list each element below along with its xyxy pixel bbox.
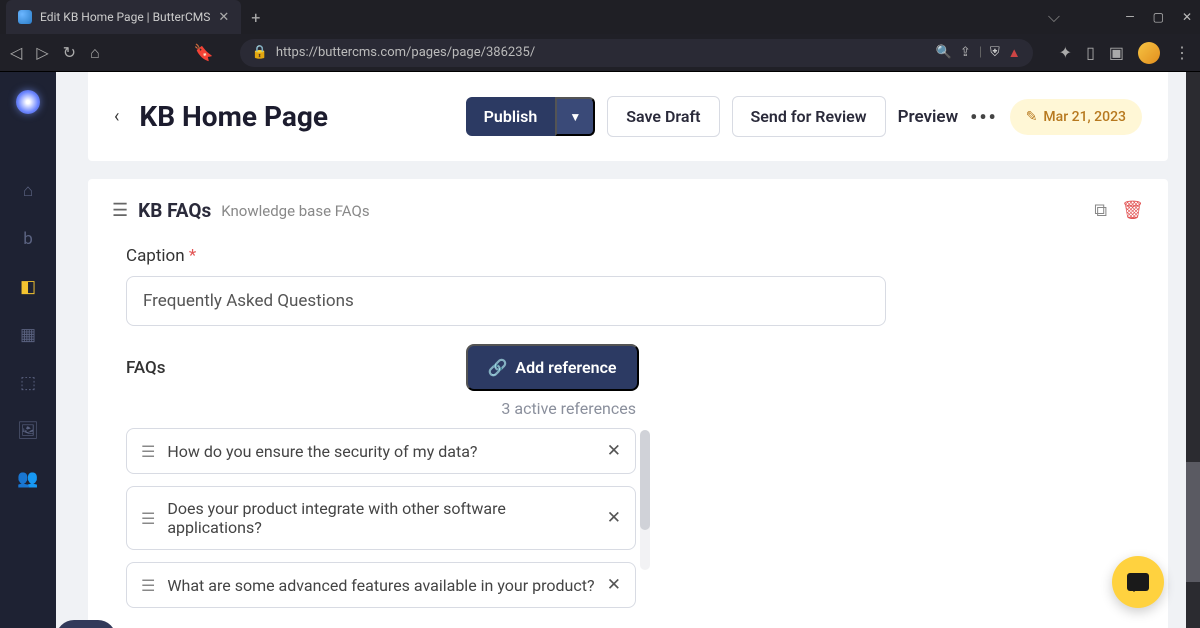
home-icon[interactable]: ⌂ <box>90 43 100 63</box>
save-draft-button[interactable]: Save Draft <box>607 96 719 137</box>
nav-back-icon[interactable]: ◁ <box>10 43 22 62</box>
caption-label: Caption * <box>126 246 1144 266</box>
page-title: KB Home Page <box>139 100 328 133</box>
send-review-button[interactable]: Send for Review <box>732 96 886 137</box>
list-item[interactable]: ☰ What are some advanced features availa… <box>126 562 636 608</box>
collections-icon[interactable]: ▦ <box>17 324 39 346</box>
publish-dropdown[interactable]: ▼ <box>555 97 595 136</box>
chat-bubble-button[interactable] <box>1112 556 1164 608</box>
share-icon[interactable]: ⇪ <box>960 45 971 60</box>
new-tab-button[interactable]: + <box>251 8 260 27</box>
add-reference-button[interactable]: 🔗 Add reference <box>466 344 639 391</box>
tab-overview-icon[interactable]: ▣ <box>1109 43 1124 62</box>
app-logo[interactable] <box>16 90 40 114</box>
pages-icon[interactable]: ◧ <box>17 276 39 298</box>
close-tab-icon[interactable]: ✕ <box>218 10 229 25</box>
reference-text: What are some advanced features availabl… <box>167 576 594 595</box>
panel-icon[interactable]: ▯ <box>1086 43 1095 62</box>
remove-icon[interactable]: ✕ <box>607 575 621 595</box>
faqs-label: FAQs <box>126 358 166 378</box>
extensions-icon[interactable]: ✦ <box>1059 43 1072 62</box>
bookmark-icon[interactable]: 🔖 <box>194 43 214 62</box>
reference-text: Does your product integrate with other s… <box>167 499 594 537</box>
drag-handle-icon[interactable]: ☰ <box>141 442 155 461</box>
browser-toolbar: ◁ ▷ ↻ ⌂ 🔖 🔒 https://buttercms.com/pages/… <box>0 34 1200 72</box>
reference-text: How do you ensure the security of my dat… <box>167 442 594 461</box>
publish-button[interactable]: Publish <box>466 97 556 136</box>
drag-handle-icon[interactable]: ☰ <box>141 576 155 595</box>
remove-icon[interactable]: ✕ <box>607 508 621 528</box>
close-window-icon[interactable]: ✕ <box>1182 10 1192 24</box>
drag-handle-icon[interactable]: ☰ <box>141 509 155 528</box>
blog-icon[interactable]: b <box>17 228 39 250</box>
section-card: ☰ KB FAQs Knowledge base FAQs ⧉ 🗑 Captio… <box>88 179 1168 628</box>
browser-titlebar: Edit KB Home Page | ButterCMS ✕ + ⌵ ― ▢ … <box>0 0 1200 34</box>
duplicate-icon[interactable]: ⧉ <box>1094 200 1107 221</box>
list-item[interactable]: ☰ Does your product integrate with other… <box>126 486 636 550</box>
remove-icon[interactable]: ✕ <box>607 441 621 461</box>
tab-title: Edit KB Home Page | ButterCMS <box>40 10 210 24</box>
dashboard-icon[interactable]: ⌂ <box>17 180 39 202</box>
maximize-icon[interactable]: ▢ <box>1153 10 1164 24</box>
link-icon: 🔗 <box>488 358 508 377</box>
minimize-icon[interactable]: ― <box>1125 10 1134 24</box>
users-icon[interactable]: 👥 <box>17 468 39 490</box>
page-header: ‹ KB Home Page Publish ▼ Save Draft Send… <box>88 72 1168 161</box>
back-button[interactable]: ‹ <box>114 106 119 127</box>
section-title: KB FAQs <box>138 199 211 222</box>
url-text: https://buttercms.com/pages/page/386235/ <box>276 45 535 60</box>
section-subtitle: Knowledge base FAQs <box>221 202 369 220</box>
reload-icon[interactable]: ↻ <box>63 43 76 62</box>
lock-icon: 🔒 <box>252 45 268 60</box>
reference-count: 3 active references <box>126 399 636 418</box>
preview-button[interactable]: Preview <box>898 107 959 127</box>
more-menu-icon[interactable]: ••• <box>970 105 998 129</box>
caption-input[interactable] <box>126 276 886 326</box>
profile-avatar[interactable] <box>1138 42 1160 64</box>
drag-handle-icon[interactable]: ☰ <box>112 200 128 221</box>
app-sidebar: ⌂ b ◧ ▦ ⬚ 🖼 👥 <box>0 72 56 628</box>
delete-icon[interactable]: 🗑 <box>1121 200 1144 221</box>
menu-icon[interactable]: ⋮ <box>1174 43 1190 62</box>
media-icon[interactable]: 🖼 <box>17 420 39 442</box>
tabs-dropdown-icon[interactable]: ⌵ <box>1048 7 1060 27</box>
date-text: Mar 21, 2023 <box>1043 109 1126 125</box>
nav-forward-icon[interactable]: ▷ <box>36 43 48 62</box>
pencil-icon: ✎ <box>1026 109 1038 125</box>
chat-icon <box>1127 573 1149 591</box>
warning-icon[interactable]: ▲ <box>1008 45 1021 61</box>
zoom-icon[interactable]: 🔍 <box>936 45 952 60</box>
shield-icon[interactable]: ⛨ <box>990 45 1000 60</box>
page-scrollbar[interactable] <box>1186 72 1200 628</box>
url-bar[interactable]: 🔒 https://buttercms.com/pages/page/38623… <box>240 39 1033 67</box>
browser-tab[interactable]: Edit KB Home Page | ButterCMS ✕ <box>6 0 241 34</box>
list-scrollbar[interactable] <box>640 430 650 570</box>
list-item[interactable]: ☰ How do you ensure the security of my d… <box>126 428 636 474</box>
date-pill[interactable]: ✎ Mar 21, 2023 <box>1010 99 1142 135</box>
favicon <box>18 10 32 24</box>
components-icon[interactable]: ⬚ <box>17 372 39 394</box>
